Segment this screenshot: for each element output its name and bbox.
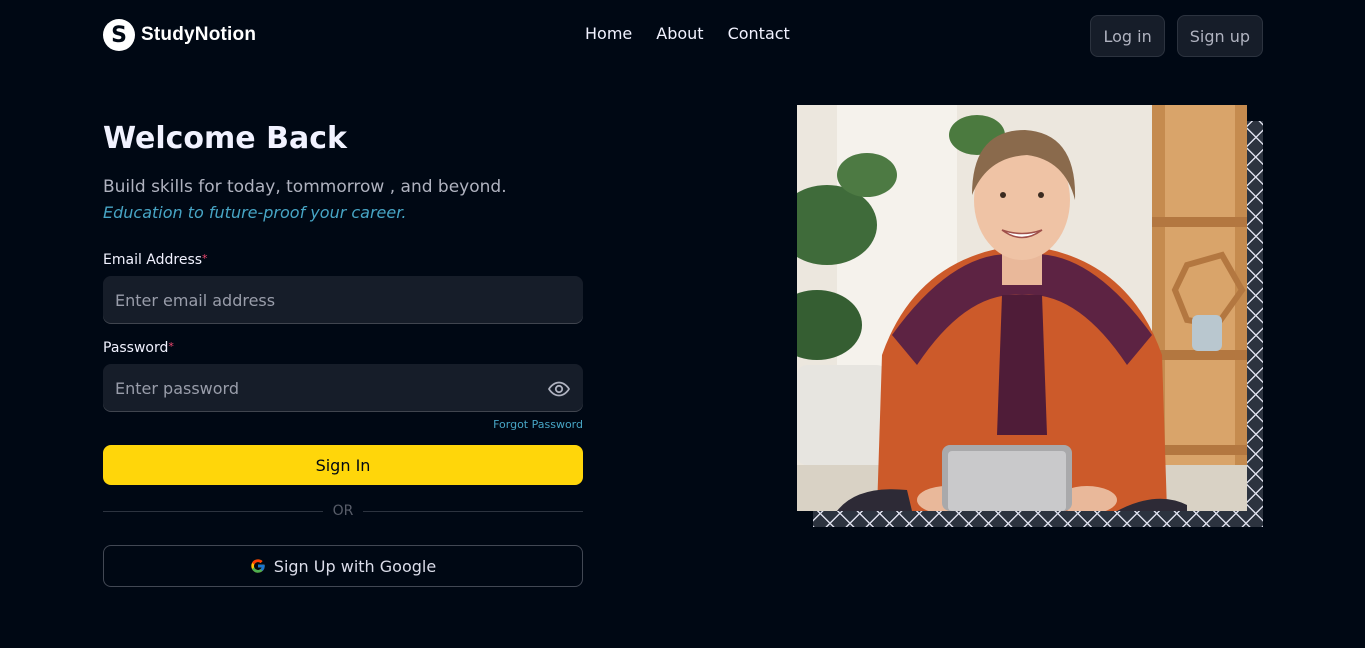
nav-about-link[interactable]: About bbox=[656, 24, 703, 43]
google-signup-button[interactable]: Sign Up with Google bbox=[103, 545, 583, 587]
or-label: OR bbox=[332, 503, 354, 519]
login-hero-image bbox=[797, 105, 1247, 511]
page-title: Welcome Back bbox=[103, 121, 347, 156]
navbar: S StudyNotion Home About Contact Log in … bbox=[0, 0, 1365, 70]
main-nav: Home About Contact bbox=[585, 24, 790, 43]
forgot-password-link[interactable]: Forgot Password bbox=[103, 418, 583, 431]
divider-line bbox=[103, 510, 323, 512]
google-button-label: Sign Up with Google bbox=[273, 556, 437, 576]
signup-button[interactable]: Sign up bbox=[1176, 15, 1263, 57]
google-icon bbox=[251, 559, 265, 573]
subtitle-text: Build skills for today, tommorrow , and … bbox=[103, 177, 507, 197]
nav-home-link[interactable]: Home bbox=[585, 24, 632, 43]
required-mark: * bbox=[202, 252, 208, 265]
nav-contact-link[interactable]: Contact bbox=[728, 24, 790, 43]
brand-name: StudyNotion bbox=[141, 24, 257, 45]
login-panel: Welcome Back Build skills for today, tom… bbox=[103, 118, 583, 587]
login-button[interactable]: Log in bbox=[1090, 15, 1165, 57]
password-label-text: Password bbox=[103, 340, 169, 356]
logo-icon: S bbox=[103, 19, 135, 51]
subtitle-highlight: Education to future-proof your career. bbox=[103, 203, 407, 222]
email-label-text: Email Address bbox=[103, 252, 203, 268]
required-mark: * bbox=[168, 340, 174, 353]
or-divider: OR bbox=[103, 503, 583, 519]
password-input[interactable] bbox=[103, 364, 583, 412]
brand-logo[interactable]: S StudyNotion bbox=[103, 19, 256, 51]
password-label: Password* bbox=[103, 340, 583, 356]
email-input[interactable] bbox=[103, 276, 583, 324]
eye-icon[interactable] bbox=[547, 377, 571, 401]
auth-buttons: Log in Sign up bbox=[1090, 15, 1263, 57]
sign-in-button[interactable]: Sign In bbox=[103, 445, 583, 485]
email-label: Email Address* bbox=[103, 252, 583, 268]
divider-line bbox=[363, 510, 583, 512]
email-field-group: Email Address* bbox=[103, 252, 583, 324]
password-field-group: Password* Forgot Password bbox=[103, 340, 583, 431]
page-subtitle: Build skills for today, tommorrow , and … bbox=[103, 174, 583, 226]
